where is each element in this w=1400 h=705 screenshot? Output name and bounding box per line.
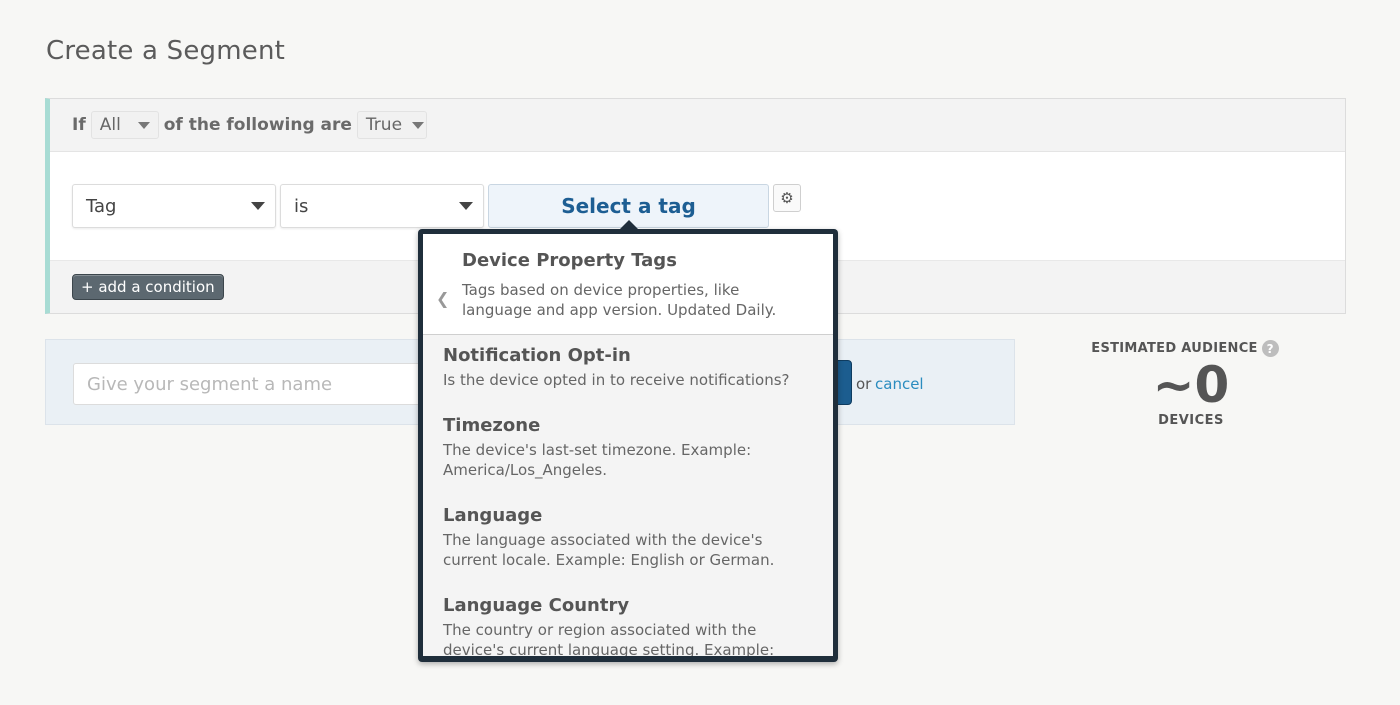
tag-category-description: Tags based on device properties, like la… [462, 281, 777, 319]
estimated-audience-label: ESTIMATED AUDIENCE ? [1080, 340, 1290, 357]
condition-field-value: Tag [86, 195, 117, 217]
page-title: Create a Segment [46, 36, 286, 66]
condition-operator-select[interactable]: is [280, 184, 484, 228]
tag-option[interactable]: Timezone The device's last-set timezone.… [443, 415, 813, 480]
tag-option-title: Language Country [443, 595, 630, 616]
tag-category-header: ❮ Device Property Tags Tags based on dev… [423, 234, 833, 335]
help-icon[interactable]: ? [1261, 340, 1279, 357]
tag-option[interactable]: Language The language associated with th… [443, 505, 813, 570]
audience-count: ~0 [1152, 356, 1230, 414]
tag-option[interactable]: Language Country The country or region a… [443, 595, 813, 656]
or-text: or [856, 375, 872, 393]
caret-down-icon [412, 121, 425, 129]
criteria-middle-label: of the following are [163, 115, 352, 135]
match-select[interactable]: All [90, 111, 159, 139]
tag-option-title: Notification Opt-in [443, 345, 631, 366]
back-chevron-icon[interactable]: ❮ [436, 289, 449, 308]
tag-option-list: Notification Opt-in Is the device opted … [423, 335, 833, 656]
caret-down-icon [137, 121, 150, 129]
condition-settings-button[interactable]: ⚙ [773, 184, 801, 212]
tag-option-title: Language [443, 505, 543, 526]
truth-select[interactable]: True [356, 111, 427, 139]
tag-option-description: The language associated with the device'… [443, 531, 775, 569]
tag-option-title: Timezone [443, 415, 541, 436]
tag-option-description: Is the device opted in to receive notifi… [443, 371, 790, 389]
add-condition-button[interactable]: + add a condition [72, 274, 224, 300]
tag-option[interactable]: Notification Opt-in Is the device opted … [443, 345, 813, 390]
caret-down-icon [459, 202, 473, 210]
estimated-audience-label-text: ESTIMATED AUDIENCE [1091, 341, 1258, 356]
condition-operator-value: is [294, 195, 309, 217]
segment-name-input[interactable] [73, 363, 433, 405]
tag-option-description: The device's last-set timezone. Example:… [443, 441, 752, 479]
tag-picker-dropdown: ❮ Device Property Tags Tags based on dev… [418, 220, 838, 662]
match-select-value: All [99, 115, 121, 135]
estimated-audience: ESTIMATED AUDIENCE ? ~0 DEVICES [1091, 340, 1290, 428]
criteria-header: If All of the following are True [50, 99, 1345, 152]
if-label: If [72, 115, 86, 135]
condition-field-select[interactable]: Tag [72, 184, 276, 228]
tag-category-title: Device Property Tags [462, 250, 677, 271]
tag-option-description: The country or region associated with th… [443, 621, 775, 656]
cancel-link[interactable]: cancel [875, 375, 924, 393]
condition-row: Tag is Select a tag ⚙ [72, 184, 872, 228]
gear-icon: ⚙ [780, 189, 794, 207]
audience-unit: DEVICES [1158, 413, 1224, 428]
caret-down-icon [251, 202, 265, 210]
truth-select-value: True [365, 115, 403, 135]
